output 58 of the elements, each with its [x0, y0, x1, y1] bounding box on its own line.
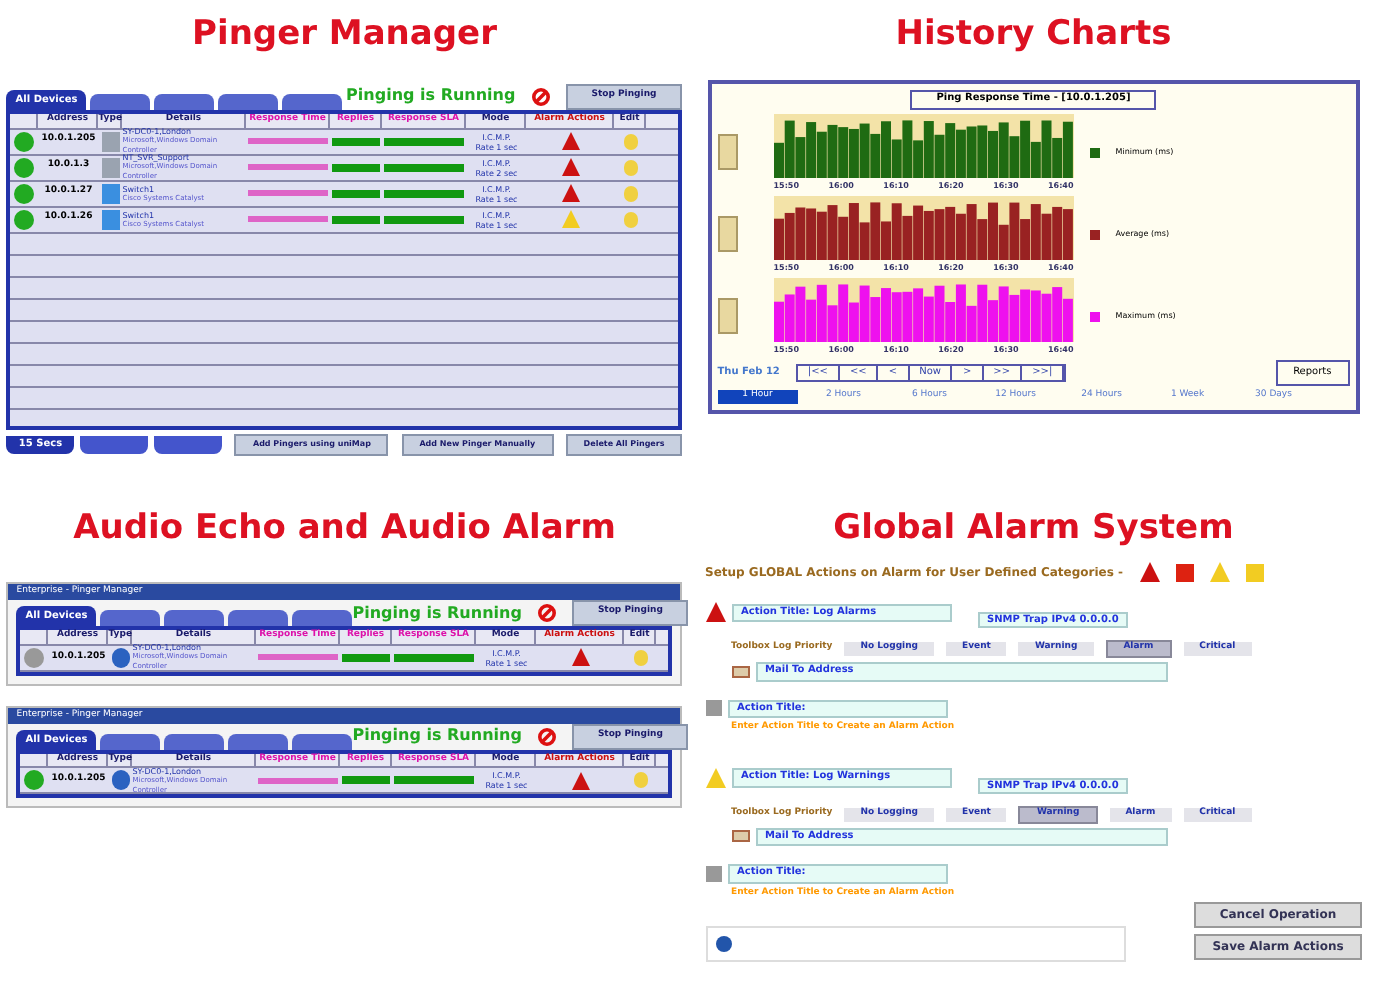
- tab[interactable]: [228, 610, 289, 627]
- section-title: Audio Echo and Audio Alarm: [71, 506, 618, 553]
- replies-bar: [342, 653, 391, 662]
- pinging-status: Pinging is Running: [352, 724, 522, 749]
- tab[interactable]: [292, 733, 353, 750]
- info-icon: [715, 936, 731, 953]
- square-icon: [705, 865, 721, 882]
- mail-icon: [731, 665, 749, 678]
- tab[interactable]: [164, 733, 225, 750]
- tab[interactable]: [218, 93, 279, 110]
- warning-triangle-icon: [571, 648, 590, 667]
- tab[interactable]: [164, 610, 225, 627]
- stop-icon: [537, 727, 556, 746]
- tab[interactable]: [154, 93, 215, 110]
- bar-drawing: [248, 216, 329, 222]
- tab[interactable]: [282, 93, 343, 110]
- square-icon: [1245, 563, 1263, 582]
- bar-drawing: [258, 777, 339, 784]
- sla-bar: [394, 653, 475, 662]
- warning-triangle-icon: [1209, 562, 1229, 583]
- sla-bar: [384, 215, 465, 223]
- replies-bar: [342, 776, 391, 785]
- replies-bar: [332, 137, 381, 145]
- tab[interactable]: [292, 610, 353, 627]
- section-title: Pinger Manager: [190, 12, 499, 58]
- stop-icon: [531, 87, 550, 106]
- warning-triangle-icon: [705, 767, 725, 788]
- pinging-status: Pinging is Running: [346, 84, 516, 109]
- mail-icon: [731, 830, 749, 843]
- tab[interactable]: [100, 733, 161, 750]
- warning-triangle-icon: [1139, 562, 1159, 583]
- warning-triangle-icon: [705, 602, 725, 623]
- square-icon: [1175, 563, 1193, 582]
- sla-bar: [394, 776, 475, 785]
- bar-drawing: [248, 190, 329, 196]
- pinging-status: Pinging is Running: [352, 601, 522, 626]
- sla-bar: [384, 189, 465, 197]
- tab[interactable]: [154, 435, 223, 454]
- chart-style-icon: [717, 134, 738, 170]
- sla-bar: [384, 163, 465, 171]
- chart-style-icon: [717, 216, 738, 252]
- tab[interactable]: [100, 610, 161, 627]
- tab[interactable]: [228, 733, 289, 750]
- stop-icon: [537, 604, 556, 623]
- bar-drawing: [248, 164, 329, 170]
- warning-triangle-icon: [571, 771, 590, 790]
- bar-drawing: [248, 138, 329, 144]
- replies-bar: [332, 163, 381, 171]
- section-title: Global Alarm System: [831, 506, 1236, 553]
- square-icon: [705, 700, 721, 717]
- chart-style-icon: [717, 298, 738, 334]
- replies-bar: [332, 189, 381, 197]
- sla-bar: [384, 137, 465, 145]
- bar-drawing: [258, 654, 339, 661]
- tab[interactable]: [90, 93, 151, 110]
- section-title: History Charts: [893, 12, 1174, 58]
- replies-bar: [332, 215, 381, 223]
- tab[interactable]: [80, 435, 149, 454]
